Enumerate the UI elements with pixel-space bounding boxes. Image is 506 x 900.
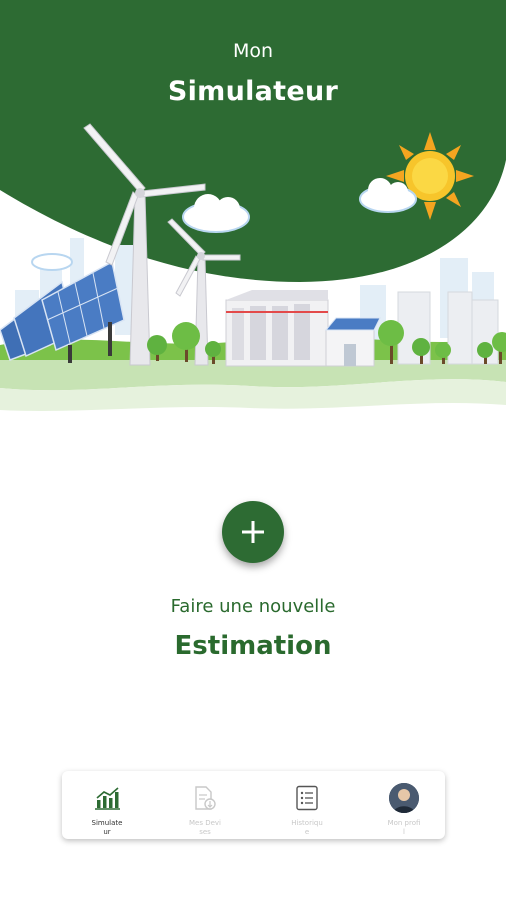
plus-icon: [242, 521, 264, 543]
nav-item-historique[interactable]: Historique: [262, 771, 352, 839]
avatar: [389, 783, 419, 813]
nav-label: Mon profil: [387, 819, 421, 836]
nav-item-mon-profil[interactable]: Mon profil: [359, 771, 449, 839]
cta-title: Estimation: [174, 631, 332, 661]
header-illustration: [0, 0, 506, 411]
new-estimation-button[interactable]: [222, 501, 284, 563]
page-title: Simulateur: [167, 76, 339, 107]
nav-item-simulateur[interactable]: Simulateur: [62, 771, 152, 839]
bottom-navigation: Simulateur Mes Devises Historique Mon pr…: [62, 771, 445, 839]
storage-building: [225, 290, 329, 367]
nav-label: Mes Devises: [188, 819, 221, 836]
chart-bar-icon: [92, 783, 122, 813]
list-icon: [292, 783, 322, 813]
nav-label: Simulateur: [91, 819, 123, 836]
nav-item-mes-devises[interactable]: Mes Devises: [160, 771, 250, 839]
house: [324, 317, 381, 367]
page-title-prefix: Mon: [232, 40, 274, 62]
nav-label: Historique: [291, 819, 323, 836]
document-download-icon: [190, 783, 220, 813]
cta-subtitle: Faire une nouvelle: [170, 596, 336, 617]
